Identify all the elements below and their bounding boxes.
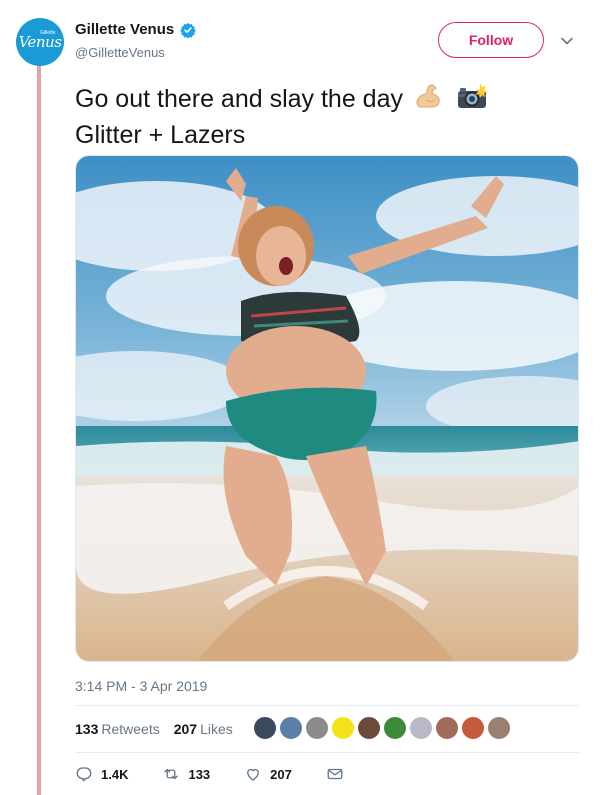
- liker-avatar[interactable]: [383, 716, 407, 740]
- envelope-icon: [327, 768, 343, 780]
- reply-count: 1.4K: [101, 766, 129, 782]
- liker-avatar[interactable]: [331, 716, 355, 740]
- like-button[interactable]: 207: [244, 765, 292, 783]
- user-handle[interactable]: @GilletteVenus: [75, 45, 165, 60]
- retweet-button[interactable]: 133: [162, 765, 210, 783]
- retweets-count: 133: [75, 721, 99, 737]
- tweet-text: Go out there and slay the day Glitter + …: [75, 82, 575, 152]
- divider: [75, 705, 579, 706]
- reply-icon: [76, 767, 92, 782]
- liker-avatar[interactable]: [253, 716, 277, 740]
- tweet-timestamp[interactable]: 3:14 PM - 3 Apr 2019: [75, 678, 207, 694]
- camera-flash-icon: [455, 82, 489, 119]
- likes-count: 207: [173, 721, 198, 737]
- thread-line: [37, 62, 41, 795]
- liker-avatar[interactable]: [279, 716, 303, 740]
- name-row[interactable]: Gillette Venus: [75, 21, 196, 38]
- display-name[interactable]: Gillette Venus: [75, 21, 174, 38]
- flexed-biceps-icon: [414, 82, 444, 119]
- tweet-stats: 133 Retweets 207 Likes: [75, 721, 233, 737]
- beach-photo-image: [76, 156, 578, 661]
- tweet-line-1: Go out there and slay the day: [75, 85, 403, 114]
- liker-avatar[interactable]: [461, 716, 485, 740]
- likes-label: Likes: [200, 721, 233, 737]
- tweet-line-2: Glitter + Lazers: [75, 121, 246, 149]
- avatar-small-text: Gillette: [40, 30, 56, 36]
- liker-avatar[interactable]: [357, 716, 381, 740]
- tweet-actions: 1.4K 133 207: [75, 765, 378, 783]
- follow-button[interactable]: Follow: [438, 22, 544, 58]
- like-count: 207: [270, 766, 292, 782]
- retweets-stat[interactable]: 133 Retweets: [75, 721, 160, 737]
- avatar[interactable]: Gillette Venus: [16, 18, 64, 66]
- reply-button[interactable]: 1.4K: [75, 765, 128, 783]
- liker-avatars: [253, 716, 511, 740]
- liker-avatar[interactable]: [487, 716, 511, 740]
- retweet-count: 133: [188, 766, 211, 782]
- liker-avatar[interactable]: [305, 716, 329, 740]
- divider: [75, 752, 579, 753]
- likes-stat[interactable]: 207 Likes: [174, 721, 233, 737]
- liker-avatar[interactable]: [409, 716, 433, 740]
- verified-badge-icon: [180, 22, 196, 38]
- heart-icon: [247, 768, 260, 781]
- tweet-photo[interactable]: [75, 155, 579, 662]
- chevron-down-icon[interactable]: [560, 34, 574, 48]
- liker-avatar[interactable]: [435, 716, 459, 740]
- retweets-label: Retweets: [101, 721, 160, 737]
- retweet-icon: [164, 768, 179, 780]
- direct-message-button[interactable]: [326, 765, 344, 783]
